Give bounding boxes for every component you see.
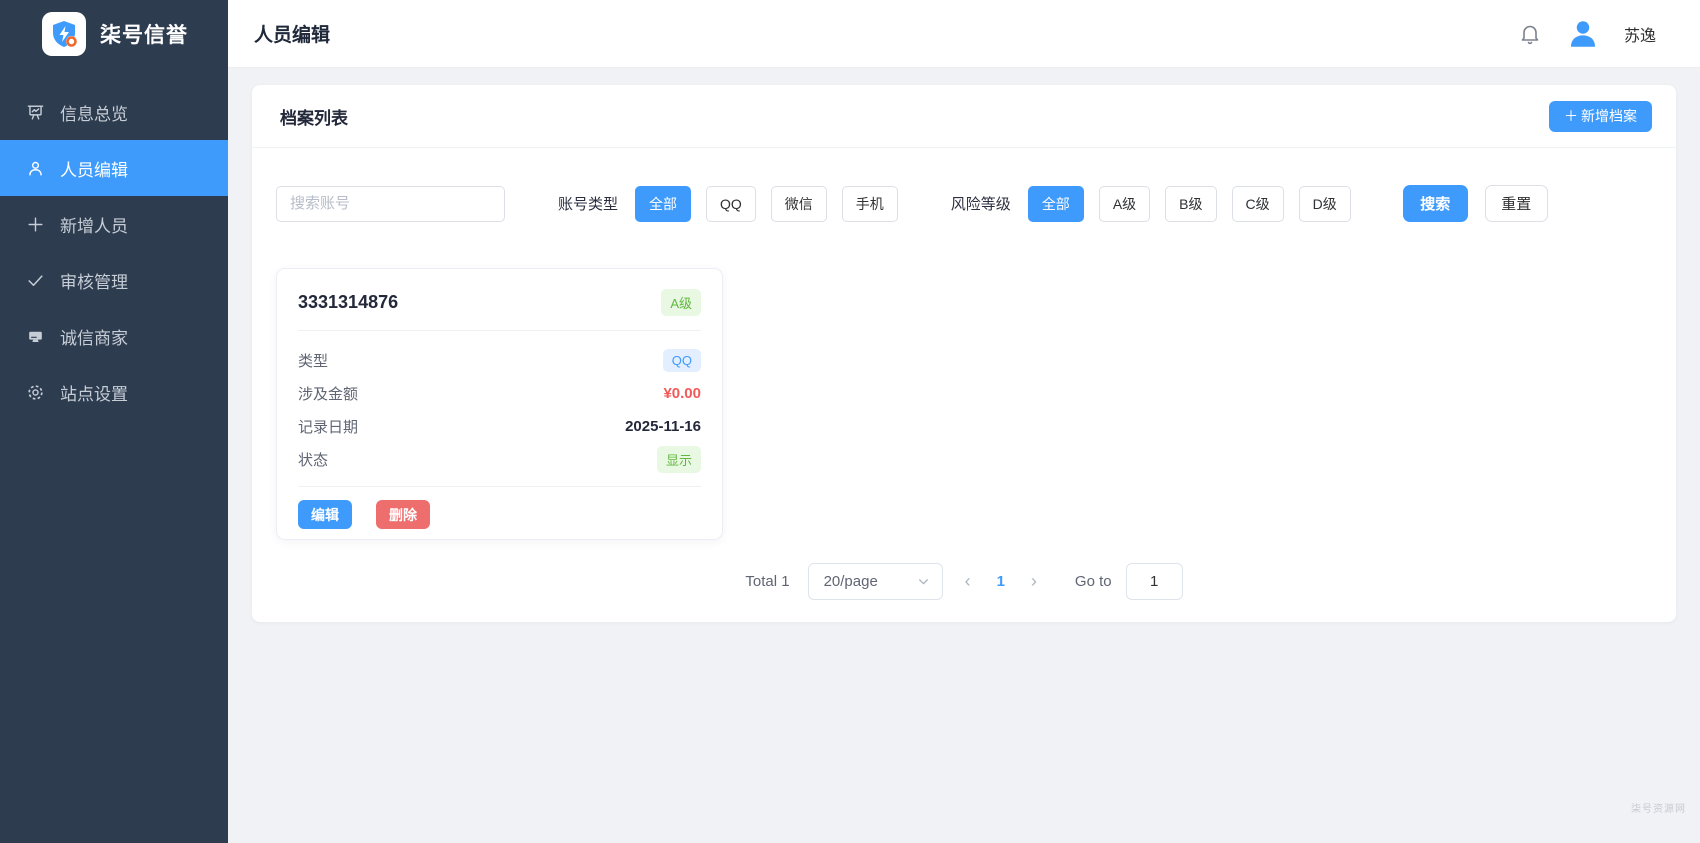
delete-button[interactable]: 删除: [376, 500, 430, 529]
sidebar-item-label: 审核管理: [60, 272, 128, 292]
record-row-type: 类型 QQ: [298, 344, 701, 377]
risk-level-group: 全部 A级 B级 C级 D级: [1027, 185, 1351, 222]
record-card: 3331314876 A级 类型 QQ 涉及金额 ¥0.00 记录日期 2025…: [276, 268, 723, 540]
risk-b[interactable]: B级: [1165, 185, 1217, 222]
record-row-amount: 涉及金额 ¥0.00: [298, 377, 701, 410]
edit-button[interactable]: 编辑: [298, 500, 352, 529]
row-label: 状态: [298, 452, 329, 469]
archive-panel: 档案列表 ＋ 新增档案 账号类型 全部 QQ 微信 手机 风险等级 全部 A级 …: [252, 85, 1676, 622]
next-page-button[interactable]: ›: [1023, 571, 1045, 592]
risk-all[interactable]: 全部: [1027, 185, 1084, 222]
account-type-phone[interactable]: 手机: [841, 185, 898, 222]
sidebar-item-label: 信息总览: [60, 104, 128, 124]
risk-c[interactable]: C级: [1231, 185, 1284, 222]
sidebar: 柒号信誉 信息总览 人员编辑 新增人员 审核管理 诚信商家 站点设置: [0, 0, 228, 843]
sidebar-item-label: 站点设置: [60, 384, 128, 404]
record-rows: 类型 QQ 涉及金额 ¥0.00 记录日期 2025-11-16 状态 显示: [277, 331, 722, 486]
page-number[interactable]: 1: [993, 573, 1009, 590]
plus-icon: [28, 216, 43, 232]
panel-header: 档案列表 ＋ 新增档案: [252, 85, 1676, 148]
brand-name: 柒号信誉: [100, 24, 188, 47]
merchant-icon: [29, 331, 42, 342]
sidebar-menu: 信息总览 人员编辑 新增人员 审核管理 诚信商家 站点设置: [0, 84, 228, 420]
risk-level-label: 风险等级: [950, 196, 1011, 213]
chevron-down-icon: [918, 579, 928, 585]
record-row-date: 记录日期 2025-11-16: [298, 410, 701, 443]
sidebar-item-label: 人员编辑: [60, 160, 128, 180]
plus-icon: ＋: [1564, 108, 1578, 124]
search-button[interactable]: 搜索: [1402, 185, 1468, 222]
risk-d[interactable]: D级: [1298, 185, 1351, 222]
search-input[interactable]: [276, 185, 505, 222]
account-type-qq[interactable]: QQ: [706, 185, 756, 222]
top-header: 人员编辑 苏逸: [228, 0, 1700, 68]
sidebar-item-review[interactable]: 审核管理: [0, 252, 228, 308]
main-content: 档案列表 ＋ 新增档案 账号类型 全部 QQ 微信 手机 风险等级 全部 A级 …: [228, 68, 1700, 843]
page-title: 人员编辑: [254, 25, 331, 46]
account-type-label: 账号类型: [558, 196, 619, 213]
per-page-value: 20/page: [823, 573, 878, 590]
check-icon: [28, 274, 43, 286]
sidebar-item-label: 诚信商家: [60, 328, 128, 348]
watermark: 柒号资源网: [1631, 804, 1686, 815]
settings-icon: [28, 384, 43, 400]
sidebar-item-merchant[interactable]: 诚信商家: [0, 308, 228, 364]
bell-icon[interactable]: [1518, 22, 1542, 46]
pagination: Total 1 20/page ‹ 1 › Go to: [252, 563, 1676, 600]
dashboard-icon: [27, 104, 44, 120]
sidebar-item-overview[interactable]: 信息总览: [0, 84, 228, 140]
level-badge: A级: [661, 289, 701, 316]
account-type-wechat[interactable]: 微信: [770, 185, 827, 222]
amount-value: ¥0.00: [663, 385, 701, 402]
sidebar-item-label: 新增人员: [60, 216, 128, 236]
record-actions: 编辑 删除: [277, 487, 722, 529]
add-archive-label: 新增档案: [1581, 108, 1637, 124]
sidebar-item-settings[interactable]: 站点设置: [0, 364, 228, 420]
pagination-total: Total 1: [745, 573, 790, 590]
account-type-group: 全部 QQ 微信 手机: [635, 185, 898, 222]
type-badge: QQ: [662, 349, 701, 372]
risk-a[interactable]: A级: [1098, 185, 1151, 222]
goto-page-input[interactable]: [1125, 563, 1183, 600]
add-archive-button[interactable]: ＋ 新增档案: [1549, 100, 1652, 132]
record-header: 3331314876 A级: [277, 269, 722, 330]
status-badge: 显示: [656, 446, 701, 473]
app-logo: [42, 12, 86, 56]
shield-lightning-icon: [53, 21, 77, 47]
prev-page-button[interactable]: ‹: [957, 571, 979, 592]
panel-title: 档案列表: [280, 108, 348, 128]
reset-button[interactable]: 重置: [1484, 185, 1548, 222]
avatar-icon[interactable]: [1566, 17, 1600, 51]
account-type-all[interactable]: 全部: [635, 185, 692, 222]
row-label: 类型: [298, 353, 329, 370]
user-icon: [29, 161, 42, 176]
sidebar-item-user-edit[interactable]: 人员编辑: [0, 140, 228, 196]
per-page-select[interactable]: 20/page: [807, 563, 943, 600]
sidebar-item-add-user[interactable]: 新增人员: [0, 196, 228, 252]
record-account: 3331314876: [298, 292, 399, 312]
brand-header: 柒号信誉: [0, 0, 228, 68]
header-actions: 苏逸: [1518, 17, 1656, 51]
goto-label: Go to: [1074, 573, 1112, 590]
record-row-status: 状态 显示: [298, 443, 701, 476]
date-value: 2025-11-16: [625, 418, 701, 435]
row-label: 涉及金额: [298, 386, 359, 403]
filter-actions: 搜索 重置: [1402, 185, 1548, 222]
row-label: 记录日期: [298, 419, 359, 436]
username[interactable]: 苏逸: [1624, 22, 1656, 46]
filter-row: 账号类型 全部 QQ 微信 手机 风险等级 全部 A级 B级 C级 D级 搜索 …: [252, 148, 1676, 222]
